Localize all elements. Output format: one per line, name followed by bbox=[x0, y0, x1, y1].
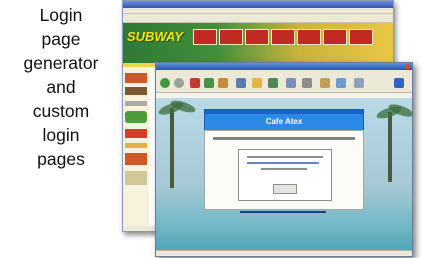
caption-line: custom bbox=[32, 101, 90, 121]
refresh-icon[interactable] bbox=[204, 78, 214, 88]
palm-tree-trunk bbox=[388, 112, 392, 182]
login-button[interactable] bbox=[273, 184, 297, 194]
caption: Login page generator and custom login pa… bbox=[0, 3, 122, 171]
home-icon[interactable] bbox=[218, 78, 228, 88]
sidebar-image bbox=[125, 171, 147, 185]
print-icon[interactable] bbox=[302, 78, 312, 88]
front-status-bar bbox=[156, 250, 412, 256]
caption-line: Login bbox=[39, 5, 83, 25]
nav-tab bbox=[219, 29, 243, 45]
login-panel bbox=[204, 130, 364, 210]
sidebar-image bbox=[125, 129, 147, 138]
nav-tab bbox=[349, 29, 373, 45]
nav-tab bbox=[245, 29, 269, 45]
caption-line: generator bbox=[23, 53, 99, 73]
palm-tree-trunk bbox=[170, 108, 174, 188]
sidebar-logo bbox=[125, 111, 147, 123]
nav-tab bbox=[297, 29, 321, 45]
discuss-icon[interactable] bbox=[336, 78, 346, 88]
history-icon[interactable] bbox=[268, 78, 278, 88]
nav-tab bbox=[193, 29, 217, 45]
favorites-icon[interactable] bbox=[252, 78, 262, 88]
site-title: Cafe Atex bbox=[265, 117, 303, 126]
back-arrow-icon[interactable] bbox=[160, 78, 170, 88]
login-link[interactable] bbox=[247, 162, 319, 164]
caption-line: and bbox=[46, 77, 76, 97]
search-icon[interactable] bbox=[236, 78, 246, 88]
sidebar-image bbox=[125, 143, 147, 148]
edit-icon[interactable] bbox=[320, 78, 330, 88]
close-icon[interactable] bbox=[405, 64, 410, 69]
sidebar-image bbox=[125, 73, 147, 83]
powered-by-bar bbox=[240, 211, 326, 213]
login-instructions bbox=[261, 168, 307, 170]
forward-arrow-icon[interactable] bbox=[174, 78, 184, 88]
front-browser-window: Cafe Atex bbox=[155, 62, 413, 257]
login-box bbox=[238, 149, 332, 201]
back-title-bar bbox=[123, 1, 393, 8]
login-page: Cafe Atex bbox=[156, 98, 412, 256]
caption-line: page bbox=[41, 29, 81, 49]
site-header: Cafe Atex bbox=[204, 109, 364, 131]
caption-line: login bbox=[42, 125, 80, 145]
stop-icon[interactable] bbox=[190, 78, 200, 88]
subway-logo: SUBWAY bbox=[127, 29, 184, 44]
messenger-icon[interactable] bbox=[354, 78, 364, 88]
sidebar-image bbox=[125, 87, 147, 95]
caption-line: pages bbox=[37, 149, 85, 169]
login-instructions bbox=[247, 156, 323, 158]
front-title-bar bbox=[156, 63, 412, 70]
welcome-text bbox=[213, 137, 355, 140]
front-toolbar bbox=[156, 75, 412, 93]
mail-icon[interactable] bbox=[286, 78, 296, 88]
browser-logo-icon bbox=[394, 78, 404, 88]
sidebar-text bbox=[125, 101, 147, 106]
nav-tab bbox=[271, 29, 295, 45]
left-sidebar bbox=[123, 67, 149, 231]
sidebar-image bbox=[125, 153, 147, 165]
nav-tab bbox=[323, 29, 347, 45]
subway-banner: SUBWAY bbox=[123, 23, 393, 63]
back-toolbar bbox=[123, 14, 393, 23]
